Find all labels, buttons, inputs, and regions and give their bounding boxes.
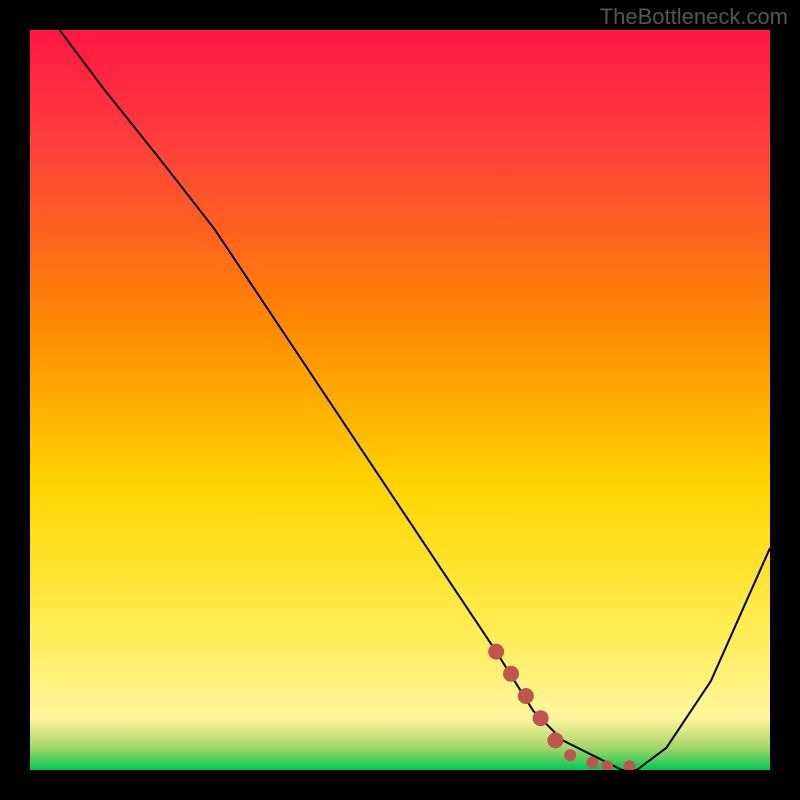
highlight-marker (623, 760, 635, 770)
highlight-marker (533, 710, 549, 726)
plot-area (30, 30, 770, 770)
highlight-marker (547, 732, 563, 748)
highlight-marker (503, 666, 519, 682)
highlight-marker (601, 760, 613, 770)
highlight-marker (564, 749, 576, 761)
highlight-marker (488, 644, 504, 660)
highlight-marker (586, 757, 598, 769)
highlight-marker (518, 688, 534, 704)
highlight-markers (30, 30, 770, 770)
attribution-label: TheBottleneck.com (600, 4, 788, 30)
